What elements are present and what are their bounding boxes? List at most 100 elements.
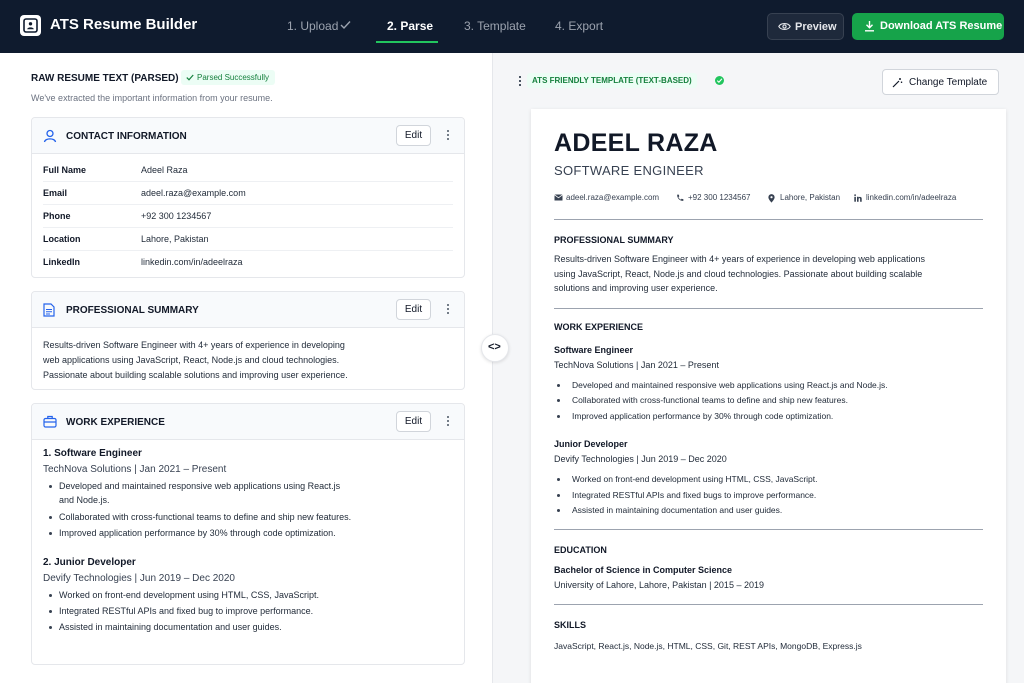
contact-row-phone: Phone +92 300 1234567 bbox=[43, 205, 453, 228]
change-template-label: Change Template bbox=[909, 77, 988, 88]
resume-skills-heading: SKILLS bbox=[554, 620, 587, 630]
resume-degree: Bachelor of Science in Computer Science bbox=[554, 565, 733, 575]
summary-line: Results-driven Software Engineer with 4+… bbox=[43, 340, 345, 350]
parsed-status-badge: Parsed Successfully bbox=[181, 70, 276, 85]
field-value: Lahore, Pakistan bbox=[141, 234, 209, 244]
phone-icon bbox=[677, 194, 684, 201]
resume-linkedin: linkedin.com/in/adeelraza bbox=[854, 193, 956, 202]
document-icon bbox=[43, 303, 55, 317]
check-icon bbox=[186, 74, 194, 81]
download-ats-resume-button[interactable]: Download ATS Resume bbox=[852, 13, 1004, 40]
resume-preview-sheet: ADEEL RAZA SOFTWARE ENGINEER adeel.raza@… bbox=[531, 109, 1006, 683]
resume-location: Lahore, Pakistan bbox=[768, 193, 841, 203]
resume-summary-heading: PROFESSIONAL SUMMARY bbox=[554, 235, 674, 245]
left-panel-subtitle: We've extracted the important informatio… bbox=[31, 93, 273, 103]
resume-school: University of Lahore, Lahore, Pakistan |… bbox=[554, 580, 764, 590]
contact-row-linkedin: LinkedIn linkedin.com/in/adeelraza bbox=[43, 251, 453, 274]
job-company: TechNova Solutions | Jan 2021 – Present bbox=[43, 464, 227, 475]
field-value: Adeel Raza bbox=[141, 165, 188, 175]
job-bullet: Integrated RESTful APIs and fixed bug to… bbox=[48, 606, 314, 616]
resume-job-bullet: Integrated RESTful APIs and fixed bugs t… bbox=[556, 490, 817, 500]
summary-line: Passionate about building scalable solut… bbox=[43, 370, 348, 380]
resume-job-bullet: Developed and maintained responsive web … bbox=[557, 380, 888, 390]
section-divider bbox=[554, 219, 983, 220]
download-icon bbox=[865, 21, 874, 32]
more-options-icon[interactable] bbox=[445, 416, 451, 428]
contact-row-full-name: Full Name Adeel Raza bbox=[43, 159, 453, 182]
resume-job-bullet: Assisted in maintaining documentation an… bbox=[556, 505, 783, 515]
resume-summary-line: Results-driven Software Engineer with 4+… bbox=[554, 254, 925, 264]
step-template[interactable]: 3. Template bbox=[464, 19, 526, 33]
field-label: Email bbox=[43, 188, 68, 198]
resume-role: SOFTWARE ENGINEER bbox=[554, 163, 704, 178]
resume-name: ADEEL RAZA bbox=[554, 129, 718, 157]
code-toggle-icon[interactable]: <> bbox=[481, 334, 509, 362]
field-label: Full Name bbox=[43, 165, 87, 175]
field-label: Phone bbox=[43, 211, 71, 221]
briefcase-icon bbox=[43, 415, 57, 428]
job-bullet: Improved application performance by 30% … bbox=[49, 528, 336, 538]
preview-button[interactable]: Preview bbox=[767, 13, 844, 40]
step-export[interactable]: 4. Export bbox=[555, 19, 603, 33]
summary-line: web applications using JavaScript, React… bbox=[43, 355, 340, 365]
drag-handle-icon[interactable] bbox=[519, 76, 523, 87]
edit-work-button[interactable]: Edit bbox=[396, 411, 431, 432]
step-parse[interactable]: 2. Parse bbox=[387, 19, 433, 33]
job-company: Devify Technologies | Jun 2019 – Dec 202… bbox=[43, 573, 235, 584]
job-title: 2. Junior Developer bbox=[43, 557, 136, 568]
job-title: 1. Software Engineer bbox=[43, 448, 142, 459]
check-icon bbox=[340, 21, 351, 30]
resume-phone-text: +92 300 1234567 bbox=[688, 193, 751, 202]
panel-divider[interactable] bbox=[492, 53, 493, 683]
job-bullet: Assisted in maintaining documentation an… bbox=[49, 622, 282, 632]
work-experience-card: WORK EXPERIENCE Edit 1. Software Enginee… bbox=[31, 403, 465, 665]
check-circle-icon bbox=[715, 76, 724, 85]
edit-summary-button[interactable]: Edit bbox=[396, 299, 431, 320]
location-pin-icon bbox=[768, 194, 775, 203]
resume-job-title: Software Engineer bbox=[554, 345, 634, 355]
field-value: linkedin.com/in/adeelraza bbox=[141, 257, 243, 267]
step-upload[interactable]: 1. Upload bbox=[287, 19, 338, 33]
edit-contact-button[interactable]: Edit bbox=[396, 125, 431, 146]
field-label: LinkedIn bbox=[43, 257, 81, 267]
resume-job-bullet: Improved application performance by 30% … bbox=[556, 411, 834, 421]
app-title: ATS Resume Builder bbox=[50, 16, 198, 33]
top-navigation-bar: ATS Resume Builder 1. Upload 2. Parse 3.… bbox=[0, 0, 1024, 53]
field-value: +92 300 1234567 bbox=[141, 211, 212, 221]
eye-icon bbox=[778, 23, 791, 30]
resume-job-company: TechNova Solutions | Jan 2021 – Present bbox=[554, 360, 719, 370]
more-options-icon[interactable] bbox=[445, 304, 451, 316]
resume-phone: +92 300 1234567 bbox=[676, 193, 751, 202]
more-options-icon[interactable] bbox=[445, 130, 451, 142]
contact-card-title: CONTACT INFORMATION bbox=[66, 131, 187, 142]
job-bullet: Collaborated with cross-functional teams… bbox=[48, 512, 352, 522]
resume-work-heading: WORK EXPERIENCE bbox=[554, 322, 644, 332]
section-divider bbox=[554, 529, 983, 530]
parsed-status-text: Parsed Successfully bbox=[197, 73, 270, 82]
field-label: Location bbox=[43, 234, 81, 244]
linkedin-icon bbox=[854, 194, 862, 202]
resume-linkedin-text: linkedin.com/in/adeelraza bbox=[866, 193, 957, 202]
field-value: adeel.raza@example.com bbox=[141, 188, 246, 198]
magic-wand-icon bbox=[892, 78, 903, 88]
change-template-button[interactable]: Change Template bbox=[882, 69, 999, 95]
summary-card-title: PROFESSIONAL SUMMARY bbox=[66, 305, 199, 316]
section-divider bbox=[554, 604, 983, 605]
resume-email: adeel.raza@example.com bbox=[554, 193, 659, 202]
contact-row-location: Location Lahore, Pakistan bbox=[43, 228, 453, 251]
work-card-title: WORK EXPERIENCE bbox=[66, 417, 165, 428]
resume-summary-line: solutions and improving user experience. bbox=[554, 283, 718, 293]
resume-skills-list: JavaScript, React.js, Node.js, HTML, CSS… bbox=[554, 641, 862, 651]
section-divider bbox=[554, 308, 983, 309]
resume-job-title: Junior Developer bbox=[554, 439, 628, 449]
resume-summary-line: using JavaScript, React, Node.js and clo… bbox=[554, 269, 923, 279]
job-bullet: Developed and maintained responsive web … bbox=[48, 481, 341, 491]
user-icon bbox=[43, 129, 57, 143]
summary-card-header: PROFESSIONAL SUMMARY Edit bbox=[32, 292, 464, 328]
resume-job-bullet: Worked on front-end development using HT… bbox=[557, 474, 818, 484]
resume-education-heading: EDUCATION bbox=[554, 545, 607, 555]
job-bullet: Worked on front-end development using HT… bbox=[49, 590, 319, 600]
contact-information-card: CONTACT INFORMATION Edit Full Name Adeel… bbox=[31, 117, 465, 278]
resume-location-text: Lahore, Pakistan bbox=[780, 193, 841, 202]
professional-summary-card: PROFESSIONAL SUMMARY Edit Results-driven… bbox=[31, 291, 465, 390]
